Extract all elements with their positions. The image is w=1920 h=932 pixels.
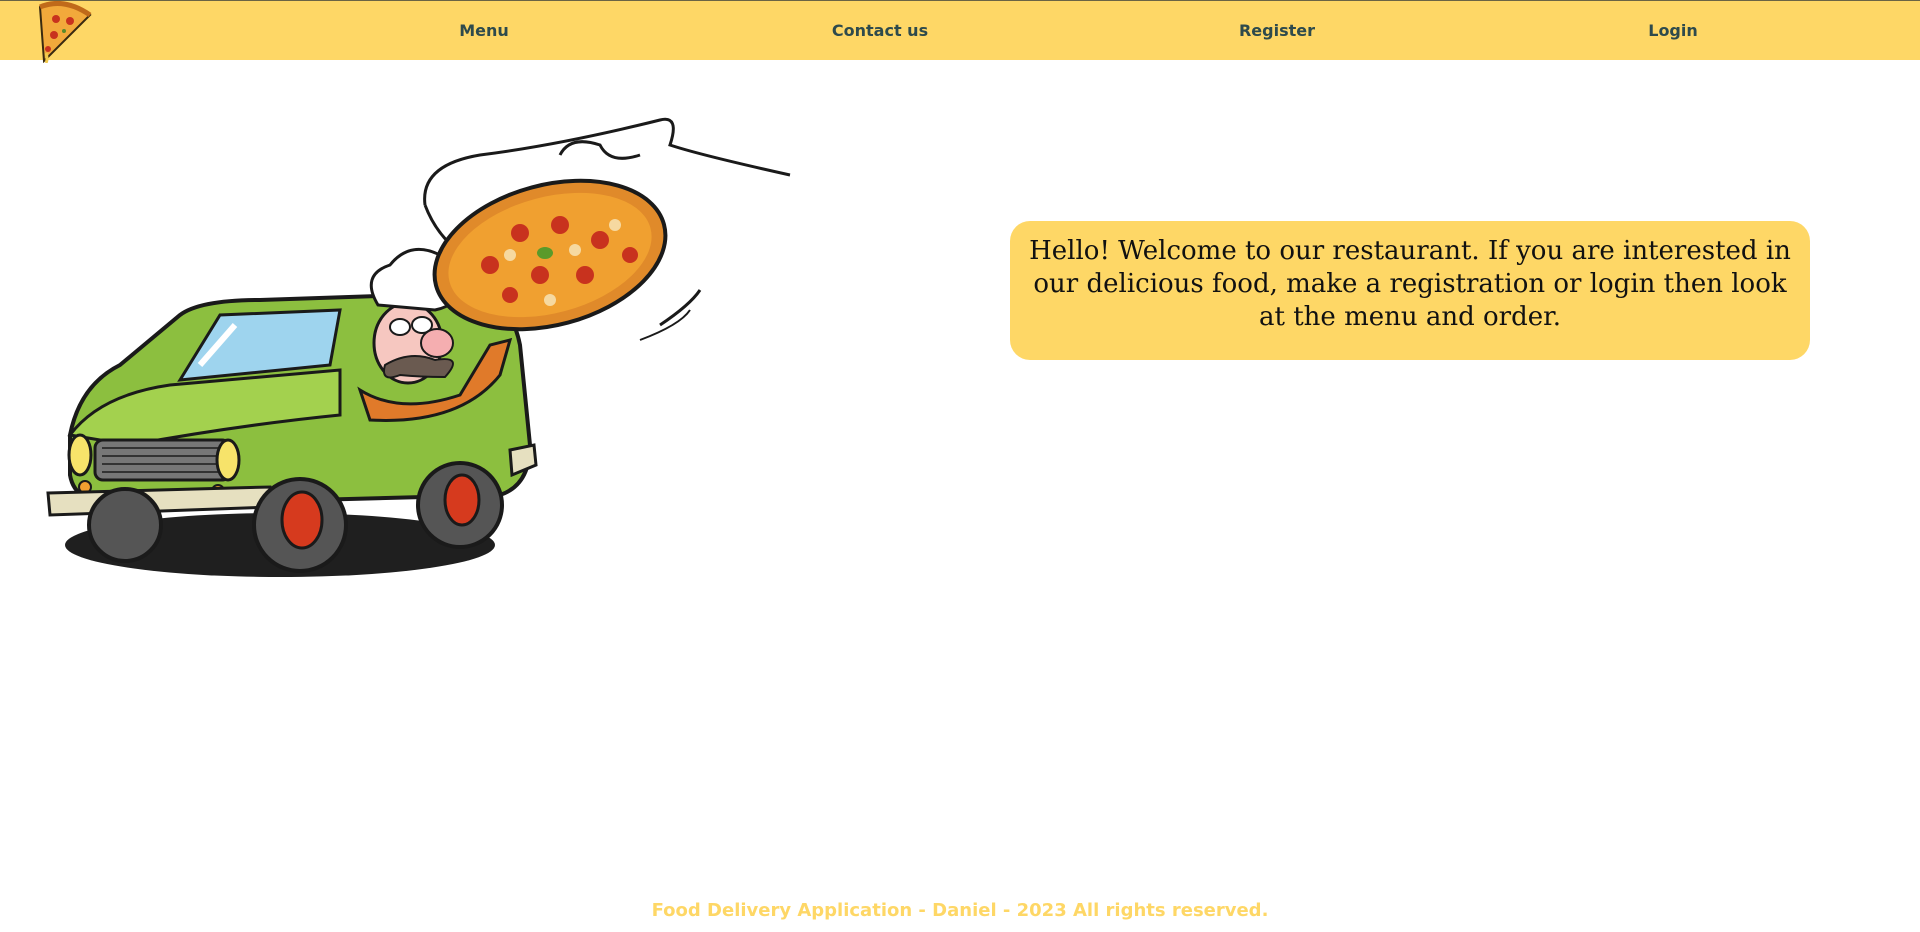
nav-contact-link[interactable]: Contact us (832, 21, 928, 40)
nav-menu-link[interactable]: Menu (459, 21, 509, 40)
pizza-delivery-truck-illustration (40, 115, 800, 585)
welcome-message: Hello! Welcome to our restaurant. If you… (1010, 221, 1810, 360)
footer-text: Food Delivery Application - Daniel - 202… (651, 900, 1269, 921)
nav-register-link[interactable]: Register (1239, 21, 1315, 40)
top-navbar: Menu Contact us Register Login (0, 0, 1920, 64)
pizza-slice-icon[interactable] (34, 0, 94, 64)
nav-login-link[interactable]: Login (1648, 21, 1698, 40)
